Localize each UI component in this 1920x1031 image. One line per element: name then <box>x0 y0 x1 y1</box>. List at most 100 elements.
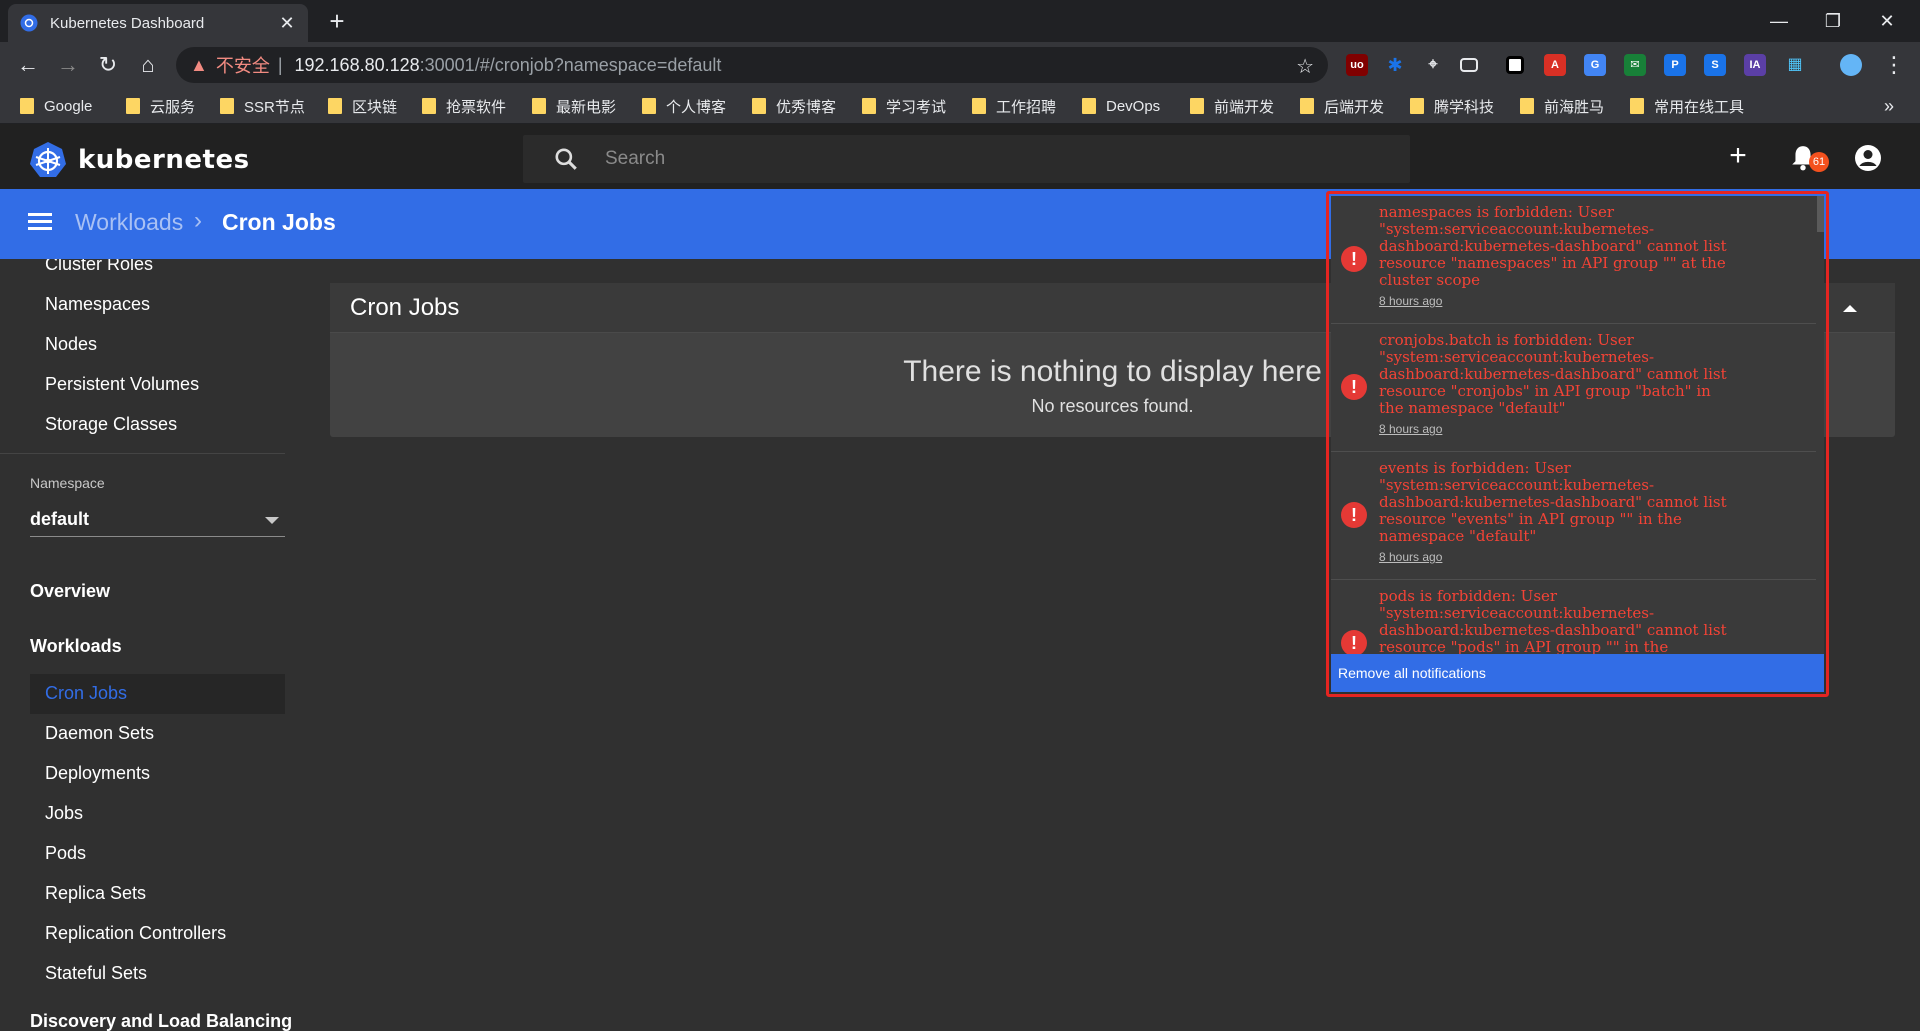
sidebar-item-cron-jobs[interactable]: Cron Jobs <box>30 674 285 714</box>
sidebar-item-storage-classes[interactable]: Storage Classes <box>45 414 177 435</box>
bookmark-item[interactable]: 前海胜马 <box>1520 96 1604 116</box>
home-icon[interactable]: ⌂ <box>134 51 162 79</box>
bookmark-item[interactable]: 抢票软件 <box>422 96 506 116</box>
url-host: 192.168.80.128 <box>294 54 420 75</box>
sidebar-item-daemon-sets[interactable]: Daemon Sets <box>45 723 154 744</box>
bookmark-item[interactable]: 学习考试 <box>862 96 946 116</box>
bookmark-item[interactable]: DevOps <box>1082 96 1160 116</box>
sidebar-item-replica-sets[interactable]: Replica Sets <box>45 883 146 904</box>
bookmark-item[interactable]: 个人博客 <box>642 96 726 116</box>
folder-icon <box>1082 98 1096 114</box>
bookmark-item[interactable]: 云服务 <box>126 96 195 116</box>
sidebar-item-persistent-volumes[interactable]: Persistent Volumes <box>45 374 199 395</box>
breadcrumb-workloads[interactable]: Workloads <box>75 209 183 236</box>
bookmark-label: 学习考试 <box>886 98 947 116</box>
browser-nav-bar: ← → ↻ ⌂ ▲ 不安全 | 192.168.80.128 :30001/#/… <box>0 42 1920 88</box>
sidebar-divider <box>0 453 285 454</box>
bookmark-item[interactable]: 前端开发 <box>1190 96 1274 116</box>
sidebar-item-stateful-sets[interactable]: Stateful Sets <box>45 963 147 984</box>
sidebar-item-nodes[interactable]: Nodes <box>45 334 97 355</box>
bookmark-label: 前端开发 <box>1214 98 1275 116</box>
sidebar-item-label: Cron Jobs <box>45 683 128 703</box>
folder-icon <box>972 98 986 114</box>
folder-icon <box>1520 98 1534 114</box>
create-plus-icon[interactable]: + <box>1724 141 1752 171</box>
bookmark-item[interactable]: 区块链 <box>328 96 397 116</box>
folder-icon <box>1630 98 1644 114</box>
sidebar-item-namespaces[interactable]: Namespaces <box>45 294 150 315</box>
card-title: Cron Jobs <box>350 294 460 321</box>
back-icon[interactable]: ← <box>14 51 42 79</box>
collapse-arrow-icon[interactable] <box>1843 305 1857 312</box>
bookmark-item[interactable]: 常用在线工具 <box>1630 96 1744 116</box>
bookmark-label: 工作招聘 <box>996 98 1057 116</box>
account-icon[interactable] <box>1854 144 1882 172</box>
sidebar: Cluster Roles Namespaces Nodes Persisten… <box>0 259 300 1031</box>
bookmark-label: 云服务 <box>150 98 196 116</box>
minimize-icon[interactable]: — <box>1764 6 1794 36</box>
asterisk-extension-icon[interactable]: ✱ <box>1384 54 1406 76</box>
sidebar-item-overview[interactable]: Overview <box>30 581 110 602</box>
search-input[interactable]: Search <box>523 135 1410 183</box>
bookmark-star-icon[interactable]: ☆ <box>1296 54 1314 79</box>
kubernetes-favicon-icon <box>20 14 38 32</box>
app-header: kubernetes Search + <box>0 124 1920 189</box>
reload-icon[interactable]: ↻ <box>94 51 122 79</box>
ublock-extension-icon[interactable]: uo <box>1346 54 1368 76</box>
menu-hamburger-icon[interactable] <box>28 213 52 234</box>
bookmark-item[interactable]: SSR节点 <box>220 96 305 116</box>
restore-icon[interactable]: ❐ <box>1818 6 1848 36</box>
sidebar-item-deployments[interactable]: Deployments <box>45 763 150 784</box>
bookmark-item[interactable]: 优秀博客 <box>752 96 836 116</box>
new-tab-icon[interactable]: + <box>324 8 350 34</box>
bookmark-item[interactable]: 最新电影 <box>532 96 616 116</box>
url-path: :30001/#/cronjob?namespace=default <box>419 54 722 75</box>
sidebar-item-pods[interactable]: Pods <box>45 843 86 864</box>
folder-icon <box>642 98 656 114</box>
forward-icon[interactable]: → <box>54 51 82 79</box>
sidebar-item-workloads[interactable]: Workloads <box>30 636 122 657</box>
folder-icon <box>422 98 436 114</box>
bookmark-item[interactable]: 腾学科技 <box>1410 96 1494 116</box>
sidebar-item-replication-controllers[interactable]: Replication Controllers <box>45 923 226 944</box>
cursor-extension-icon[interactable]: ⌖ <box>1422 54 1444 76</box>
screen-extension-icon[interactable] <box>1460 58 1478 72</box>
sheet-extension-icon[interactable]: ✉ <box>1624 54 1646 76</box>
bookmark-label: Google <box>44 97 93 115</box>
brand-name: kubernetes <box>78 145 250 175</box>
kubernetes-logo[interactable]: kubernetes <box>28 140 250 180</box>
menu-more-icon[interactable]: ⋮ <box>1880 51 1908 79</box>
s-extension-icon[interactable]: S <box>1704 54 1726 76</box>
square-extension-icon[interactable] <box>1506 56 1524 74</box>
folder-icon <box>220 98 234 114</box>
bookmarks-overflow-icon[interactable]: » <box>1884 96 1894 116</box>
highlight-outline <box>1326 191 1829 697</box>
profile-avatar-icon[interactable] <box>1840 54 1862 76</box>
url-separator: | <box>277 54 283 75</box>
bookmark-item[interactable]: Google <box>20 96 92 116</box>
address-bar[interactable]: ▲ 不安全 | 192.168.80.128 :30001/#/cronjob?… <box>176 47 1328 83</box>
bookmark-label: SSR节点 <box>244 98 305 116</box>
bookmarks-bar: Google 云服务 SSR节点 区块链 抢票软件 最新电影 个人博客 优秀博客… <box>0 88 1920 124</box>
browser-tab[interactable]: Kubernetes Dashboard ✕ <box>8 4 308 42</box>
tab-close-icon[interactable]: ✕ <box>278 14 296 32</box>
sidebar-item-jobs[interactable]: Jobs <box>45 803 83 824</box>
translate-extension-icon[interactable]: G <box>1584 54 1606 76</box>
bookmark-item[interactable]: 后端开发 <box>1300 96 1384 116</box>
security-label: 不安全 <box>215 56 270 76</box>
namespace-select[interactable]: default <box>30 503 285 537</box>
ia-extension-icon[interactable]: IA <box>1744 54 1766 76</box>
bookmark-label: 最新电影 <box>556 98 617 116</box>
bookmark-label: 后端开发 <box>1324 98 1385 116</box>
namespace-value: default <box>30 509 90 529</box>
folder-icon <box>532 98 546 114</box>
p-extension-icon[interactable]: P <box>1664 54 1686 76</box>
pdf-extension-icon[interactable]: A <box>1544 54 1566 76</box>
bookmark-label: DevOps <box>1106 97 1161 115</box>
grid-extension-icon[interactable]: ▦ <box>1784 54 1806 76</box>
sidebar-item-cluster-roles[interactable]: Cluster Roles <box>45 259 153 275</box>
sidebar-item-discovery[interactable]: Discovery and Load Balancing <box>30 1011 292 1031</box>
bookmark-label: 个人博客 <box>666 98 727 116</box>
window-close-icon[interactable]: ✕ <box>1872 6 1902 36</box>
bookmark-item[interactable]: 工作招聘 <box>972 96 1056 116</box>
